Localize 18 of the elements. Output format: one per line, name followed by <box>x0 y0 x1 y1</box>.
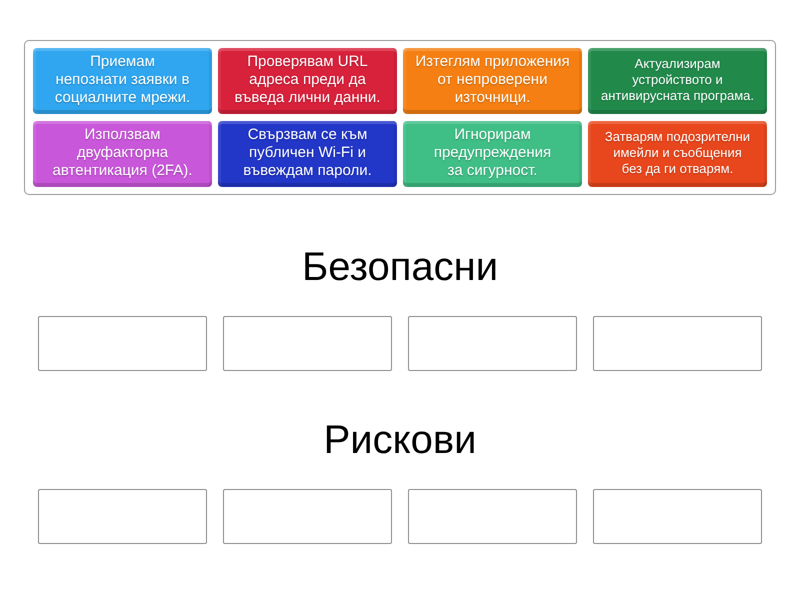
answer-tile[interactable]: Свързвам се към публичен Wi-Fi и въвеждам пароли. <box>218 121 397 187</box>
drop-slot[interactable] <box>38 316 207 371</box>
answer-tile[interactable]: Проверявам URL адреса преди да въведа лични данни. <box>218 48 397 114</box>
answer-tile[interactable]: Затварям подозрителни имейли и съобщения без да ги отварям. <box>588 121 767 187</box>
drop-slot[interactable] <box>593 489 762 544</box>
drop-slot[interactable] <box>223 489 392 544</box>
group-title: Безопасни <box>302 244 498 290</box>
answer-tile[interactable]: Актуализирам устройството и антивирусната програма. <box>588 48 767 114</box>
answer-tile[interactable]: Приемам непознати заявки в социалните мрежи. <box>33 48 212 114</box>
drop-slot[interactable] <box>593 316 762 371</box>
drop-slot[interactable] <box>223 316 392 371</box>
answer-tile[interactable]: Игнорирам предупреждения за сигурност. <box>403 121 582 187</box>
answer-tile[interactable]: Използвам двуфакторна автентикация (2FA). <box>33 121 212 187</box>
answer-tile[interactable]: Изтеглям приложения от непроверени източници. <box>403 48 582 114</box>
drop-slot[interactable] <box>408 316 577 371</box>
group-title: Рискови <box>324 417 476 463</box>
drop-slot[interactable] <box>408 489 577 544</box>
drop-slot[interactable] <box>38 489 207 544</box>
